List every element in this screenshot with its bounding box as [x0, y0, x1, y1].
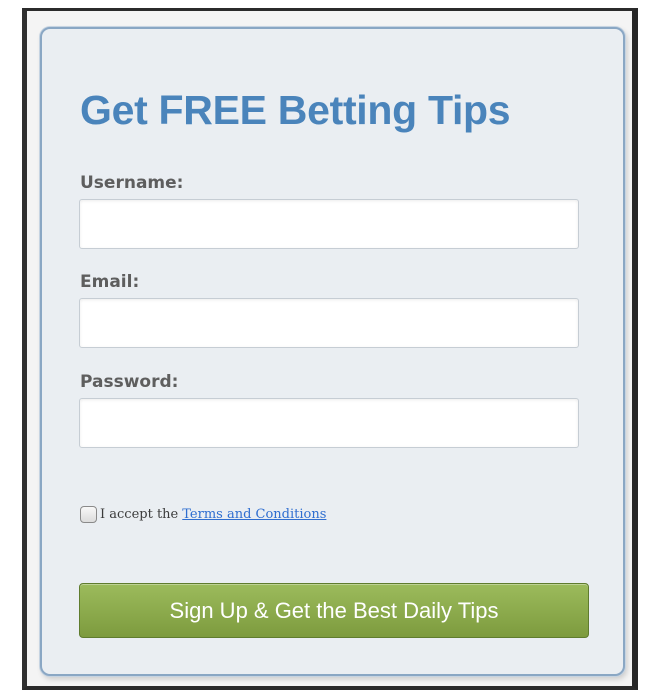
password-input[interactable] — [79, 398, 579, 448]
terms-row: I accept the Terms and Conditions — [80, 504, 326, 524]
username-label: Username: — [80, 173, 184, 193]
email-input[interactable] — [79, 298, 579, 348]
page: Get FREE Betting Tips Username: Email: P… — [0, 0, 651, 695]
signup-form: Get FREE Betting Tips Username: Email: P… — [40, 27, 625, 676]
username-input[interactable] — [79, 199, 579, 249]
terms-checkbox[interactable] — [80, 505, 97, 523]
email-label: Email: — [80, 272, 140, 292]
signup-button[interactable]: Sign Up & Get the Best Daily Tips — [79, 583, 589, 638]
password-label: Password: — [80, 372, 179, 392]
form-title: Get FREE Betting Tips — [80, 87, 511, 133]
terms-prefix-text: I accept the — [100, 506, 179, 522]
terms-link[interactable]: Terms and Conditions — [182, 507, 326, 522]
